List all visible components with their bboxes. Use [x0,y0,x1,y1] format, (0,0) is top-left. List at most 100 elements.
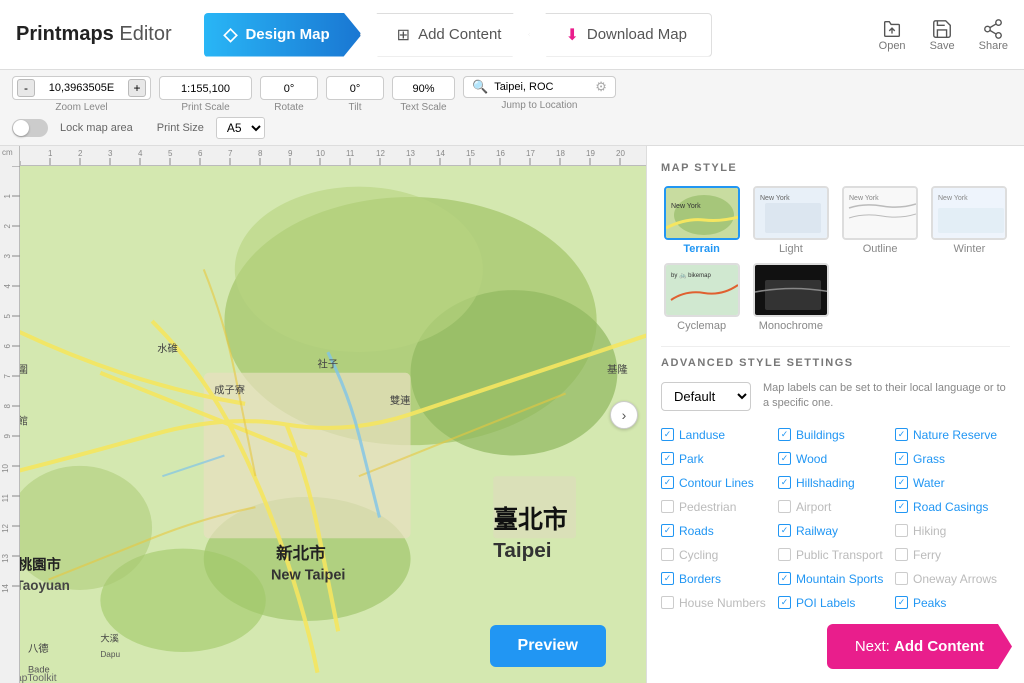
layer-label: Cycling [679,548,718,562]
lang-desc: Map labels can be set to their local lan… [763,381,1010,412]
layer-item[interactable]: ✓POI Labels [778,594,893,612]
layer-item[interactable]: Public Transport [778,546,893,564]
logo-light: Editor [119,23,171,45]
layer-checkbox: ✓ [778,572,791,585]
svg-text:New York: New York [671,203,701,210]
style-terrain[interactable]: New York Terrain [661,186,742,255]
zoom-plus-button[interactable]: + [128,79,146,97]
next-add-content-button[interactable]: Next: Add Content [827,624,1012,669]
style-monochrome[interactable]: Monochrome [750,263,831,332]
layer-label: Landuse [679,428,725,442]
layer-item[interactable]: ✓Grass [895,450,1010,468]
svg-text:Dapu: Dapu [100,650,120,659]
svg-text:7: 7 [228,149,233,158]
style-outline[interactable]: New York Outline [840,186,921,255]
step-add[interactable]: ⊞ Add Content [360,13,531,57]
nav-steps: ◇ Design Map ⊞ Add Content ⬇ Download Ma… [204,13,712,57]
layer-item[interactable]: ✓Hillshading [778,474,893,492]
svg-text:20: 20 [616,149,625,158]
map-image[interactable]: 臺北市 Taipei 新北市 New Taipei 桃園市 Taoyuan 基隆… [20,166,646,683]
svg-text:14: 14 [436,149,445,158]
ruler-left: cm 1 2 3 4 5 6 7 8 9 [0,146,20,683]
map-nav-arrow[interactable]: › [610,401,638,429]
map-area[interactable]: 1 2 3 4 5 6 7 8 9 10 11 [0,146,646,683]
layer-item[interactable]: Cycling [661,546,776,564]
layer-item[interactable]: House Numbers [661,594,776,612]
text-scale-group: Text Scale [392,76,455,113]
layer-item[interactable]: ✓Nature Reserve [895,426,1010,444]
layer-label: Pedestrian [679,500,736,514]
layer-item[interactable]: ✓Buildings [778,426,893,444]
layer-item[interactable]: Airport [778,498,893,516]
map-style-title: MAP STYLE [661,162,1010,174]
cyclemap-label: Cyclemap [677,320,726,332]
layer-item[interactable]: ✓Borders [661,570,776,588]
share-action[interactable]: Share [979,18,1008,52]
layer-checkbox: ✓ [661,428,674,441]
svg-text:八德: 八德 [28,642,49,655]
location-input[interactable] [494,81,589,93]
svg-text:New York: New York [760,195,790,202]
svg-text:by 🚲 bikemap: by 🚲 bikemap [671,273,711,279]
style-winter[interactable]: New York Winter [929,186,1010,255]
layer-checkbox [778,548,791,561]
layer-item[interactable]: Ferry [895,546,1010,564]
layer-label: Airport [796,500,831,514]
settings-icon: ⚙ [595,79,607,95]
rotate-label: Rotate [274,102,303,113]
preview-button[interactable]: Preview [490,625,606,667]
advanced-title: ADVANCED STYLE SETTINGS [661,357,1010,369]
layer-item[interactable]: Hiking [895,522,1010,540]
ruler-top: 1 2 3 4 5 6 7 8 9 10 11 [20,146,646,166]
layer-item[interactable]: ✓Road Casings [895,498,1010,516]
svg-text:MapToolkit: MapToolkit [20,673,57,683]
layer-label: Contour Lines [679,476,754,490]
layer-item[interactable]: Oneway Arrows [895,570,1010,588]
svg-text:5: 5 [3,313,12,318]
layer-label: House Numbers [679,596,766,610]
layer-item[interactable]: ✓Contour Lines [661,474,776,492]
layer-item[interactable]: ✓Roads [661,522,776,540]
svg-text:6: 6 [198,149,203,158]
step-download[interactable]: ⬇ Download Map [528,13,711,57]
next-action-label: Add Content [894,638,984,655]
rotate-input[interactable] [269,83,309,95]
layer-item[interactable]: ✓ Landuse [661,426,776,444]
svg-text:12: 12 [376,149,385,158]
text-scale-input[interactable] [401,83,446,95]
open-label: Open [879,40,906,52]
svg-text:大溪: 大溪 [100,633,119,644]
layer-label: Buildings [796,428,845,442]
logo-bold: Printmaps [16,23,114,45]
layer-label: Railway [796,524,838,538]
layer-item[interactable]: Pedestrian [661,498,776,516]
layer-checkbox [895,524,908,537]
svg-text:竹圍: 竹圍 [20,363,28,376]
zoom-minus-button[interactable]: - [17,79,35,97]
layer-item[interactable]: ✓Park [661,450,776,468]
tilt-input[interactable] [335,83,375,95]
step-design[interactable]: ◇ Design Map [204,13,362,57]
print-scale-input[interactable] [168,83,243,95]
layer-item[interactable]: ✓Water [895,474,1010,492]
lang-select[interactable]: Default English Chinese [661,382,751,411]
print-size-select[interactable]: A5A4A3 [216,117,265,139]
layer-item[interactable]: ✓Wood [778,450,893,468]
layer-item[interactable]: ✓Peaks [895,594,1010,612]
svg-text:5: 5 [168,149,173,158]
layer-item[interactable]: ✓Mountain Sports [778,570,893,588]
save-action[interactable]: Save [930,18,955,52]
lock-toggle[interactable] [12,119,48,137]
download-icon: ⬇ [565,25,578,45]
layer-item[interactable]: ✓Railway [778,522,893,540]
layer-checkbox: ✓ [661,452,674,465]
svg-text:New York: New York [849,195,879,202]
zoom-input[interactable] [39,82,124,94]
layer-grid: ✓Landuse✓Buildings✓Nature Reserve✓Park✓W… [661,426,1010,612]
style-cyclemap[interactable]: by 🚲 bikemap Cyclemap [661,263,742,332]
open-action[interactable]: Open [879,18,906,52]
share-label: Share [979,40,1008,52]
svg-text:Taipei: Taipei [493,539,551,562]
style-light[interactable]: New York Light [750,186,831,255]
location-label: Jump to Location [501,100,577,111]
